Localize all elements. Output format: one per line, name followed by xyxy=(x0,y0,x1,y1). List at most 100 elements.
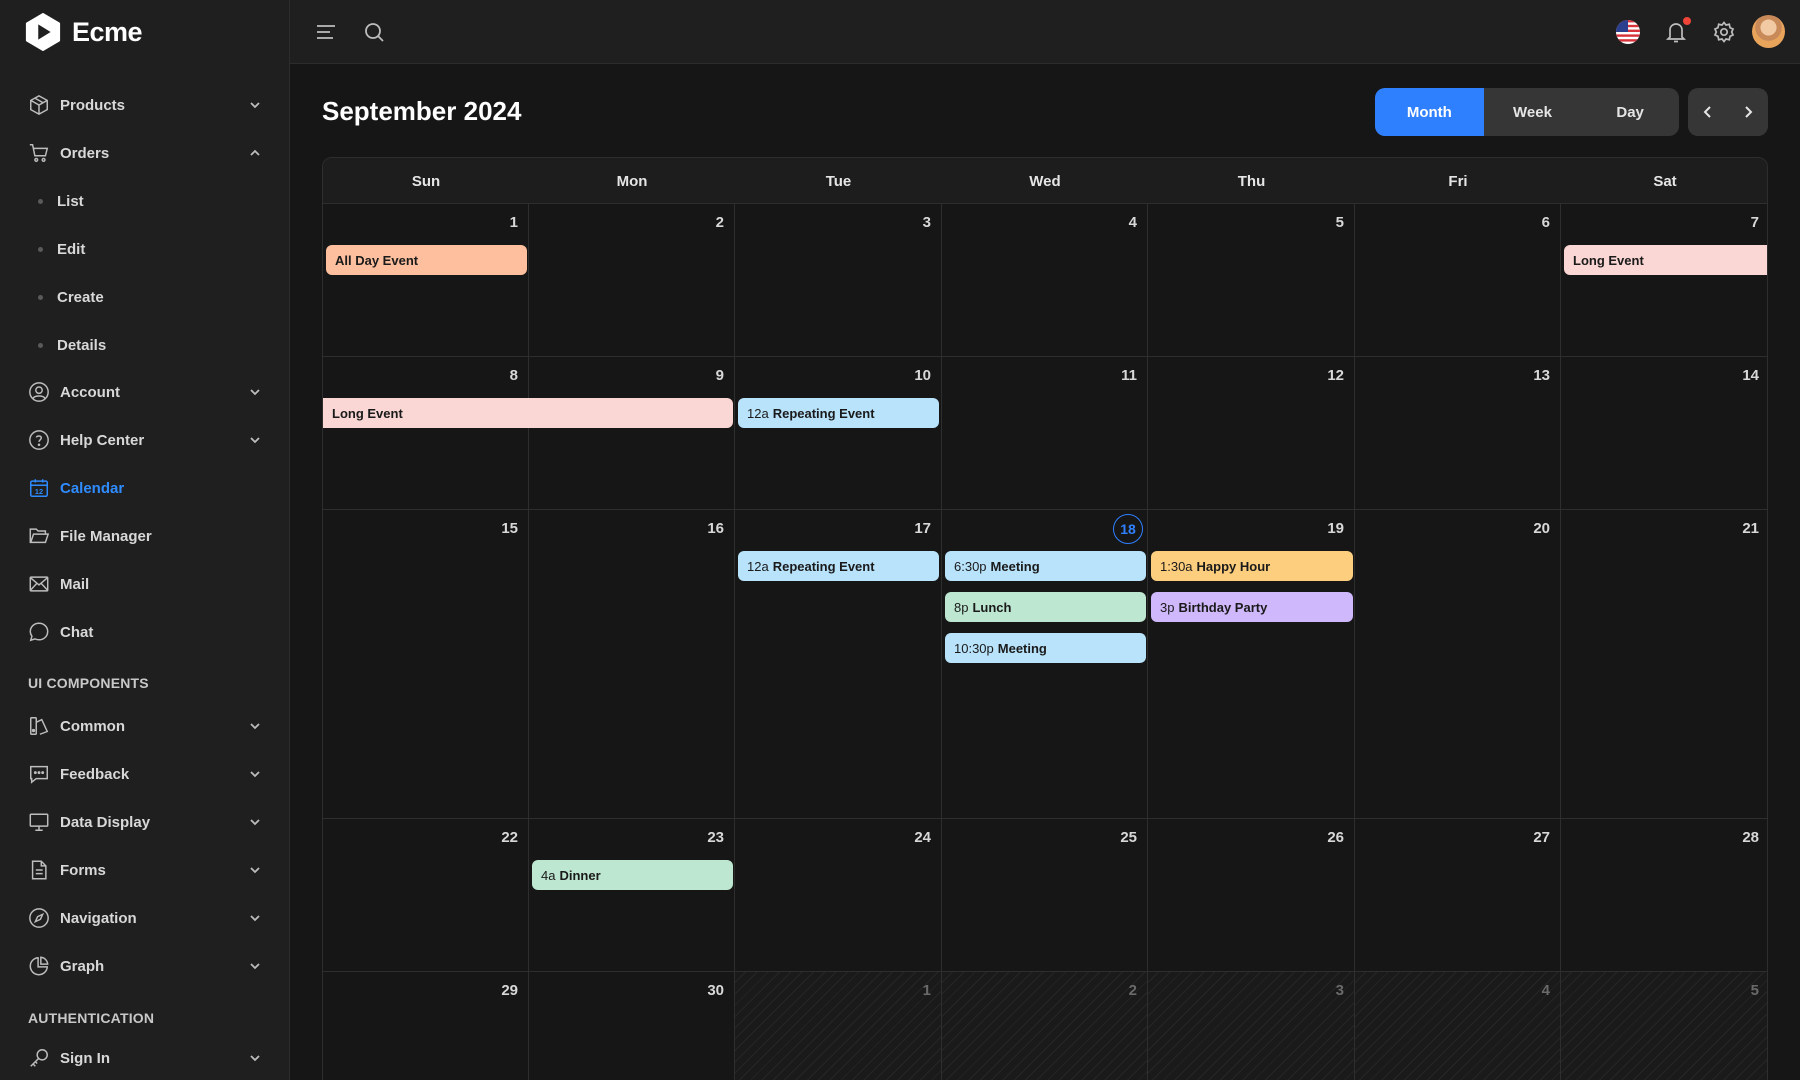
event-long-event[interactable]: Long Event xyxy=(1564,245,1767,275)
sidebar-item-orders[interactable]: Orders xyxy=(28,135,262,171)
day-cell-other-month[interactable]: 1 xyxy=(735,972,942,1080)
day-cell[interactable]: 15 xyxy=(323,510,529,819)
chevron-down-icon xyxy=(250,723,260,730)
day-cell[interactable]: 13 xyxy=(1355,357,1561,510)
day-cell[interactable]: 28 xyxy=(1561,819,1767,972)
day-cell[interactable]: 25 xyxy=(942,819,1148,972)
day-number: 4 xyxy=(1541,982,1550,999)
avatar[interactable] xyxy=(1752,15,1785,48)
day-number: 21 xyxy=(1742,520,1759,537)
day-number: 14 xyxy=(1742,367,1759,384)
day-cell[interactable]: 23 xyxy=(529,819,735,972)
day-cell-other-month[interactable]: 4 xyxy=(1355,972,1561,1080)
sidebar-item-forms[interactable]: Forms xyxy=(28,852,262,888)
day-cell-other-month[interactable]: 3 xyxy=(1148,972,1355,1080)
day-number: 1 xyxy=(509,214,518,231)
day-number: 29 xyxy=(501,982,518,999)
sidebar-item-chat[interactable]: Chat xyxy=(28,614,262,650)
day-cell[interactable]: 16 xyxy=(529,510,735,819)
weekday-header: Sun Mon Tue Wed Thu Fri Sat xyxy=(323,158,1767,204)
event-dinner[interactable]: 4a Dinner xyxy=(532,860,733,890)
event-meeting[interactable]: 6:30p Meeting xyxy=(945,551,1146,581)
day-cell[interactable]: 6 xyxy=(1355,204,1561,357)
day-cell[interactable]: 27 xyxy=(1355,819,1561,972)
day-cell[interactable]: 22 xyxy=(323,819,529,972)
day-number: 26 xyxy=(1327,829,1344,846)
day-cell[interactable]: 21 xyxy=(1561,510,1767,819)
sidebar-subitem-edit[interactable]: Edit xyxy=(38,234,85,264)
calendar-icon: 12 xyxy=(30,479,48,497)
compass-icon xyxy=(29,908,49,928)
day-cell-other-month[interactable]: 2 xyxy=(942,972,1148,1080)
sidebar-item-label: Orders xyxy=(60,144,110,162)
month-view-button[interactable]: Month xyxy=(1375,88,1484,136)
sidebar-item-navigation[interactable]: Navigation xyxy=(28,900,262,936)
day-cell[interactable]: 30 xyxy=(529,972,735,1080)
day-cell[interactable]: 3 xyxy=(735,204,942,357)
event-happy-hour[interactable]: 1:30a Happy Hour xyxy=(1151,551,1353,581)
notification-badge xyxy=(1683,17,1691,25)
day-cell[interactable]: 1 xyxy=(323,204,529,357)
day-cell[interactable]: 8 xyxy=(323,357,529,510)
message-square-icon xyxy=(30,765,48,784)
sidebar-item-data-display[interactable]: Data Display xyxy=(28,804,262,840)
previous-month-button[interactable] xyxy=(1688,88,1728,136)
day-cell[interactable]: 24 xyxy=(735,819,942,972)
event-time: 12a xyxy=(747,405,769,421)
sidebar-item-mail[interactable]: Mail xyxy=(28,566,262,602)
day-number: 1 xyxy=(922,982,931,999)
day-cell[interactable]: 20 xyxy=(1355,510,1561,819)
sidebar-subitem-create[interactable]: Create xyxy=(38,282,104,312)
event-all-day-event[interactable]: All Day Event xyxy=(326,245,527,275)
day-cell[interactable]: 11 xyxy=(942,357,1148,510)
event-title: Birthday Party xyxy=(1178,599,1268,615)
sidebar-item-graph[interactable]: Graph xyxy=(28,948,262,984)
sidebar-item-common[interactable]: Common xyxy=(28,708,262,744)
sidebar-item-help-center[interactable]: Help Center xyxy=(28,422,262,458)
day-cell[interactable]: 10 xyxy=(735,357,942,510)
event-long-event[interactable]: Long Event xyxy=(323,398,733,428)
day-cell[interactable]: 5 xyxy=(1148,204,1355,357)
sidebar-item-feedback[interactable]: Feedback xyxy=(28,756,262,792)
day-number: 25 xyxy=(1120,829,1137,846)
sidebar-item-file-manager[interactable]: File Manager xyxy=(28,518,262,554)
next-month-button[interactable] xyxy=(1728,88,1768,136)
us-flag-icon[interactable] xyxy=(1616,20,1640,44)
day-cell[interactable]: 29 xyxy=(323,972,529,1080)
day-view-button[interactable]: Day xyxy=(1581,88,1679,136)
event-lunch[interactable]: 8p Lunch xyxy=(945,592,1146,622)
day-cell[interactable]: 26 xyxy=(1148,819,1355,972)
day-cell-other-month[interactable]: 5 xyxy=(1561,972,1767,1080)
sidebar-item-calendar[interactable]: 12 Calendar xyxy=(28,470,262,506)
brand-logo[interactable]: Ecme xyxy=(24,12,143,52)
day-number: 23 xyxy=(707,829,724,846)
menu-icon[interactable] xyxy=(314,20,338,44)
day-cell[interactable]: 14 xyxy=(1561,357,1767,510)
event-time: 3p xyxy=(1160,599,1175,615)
sidebar-subitem-list[interactable]: List xyxy=(38,186,84,216)
week-view-button[interactable]: Week xyxy=(1484,88,1582,136)
search-icon[interactable] xyxy=(362,20,386,44)
day-cell[interactable]: 9 xyxy=(529,357,735,510)
event-birthday-party[interactable]: 3p Birthday Party xyxy=(1151,592,1353,622)
chevron-down-icon xyxy=(250,915,260,922)
event-repeating-event[interactable]: 12a Repeating Event xyxy=(738,398,939,428)
pie-chart-icon xyxy=(29,956,49,976)
day-number: 2 xyxy=(715,214,724,231)
day-cell[interactable]: 4 xyxy=(942,204,1148,357)
day-cell[interactable]: 2 xyxy=(529,204,735,357)
event-repeating-event[interactable]: 12a Repeating Event xyxy=(738,551,939,581)
sidebar-item-sign-in[interactable]: Sign In xyxy=(28,1040,262,1076)
sidebar-subitem-details[interactable]: Details xyxy=(38,330,106,360)
event-time: 6:30p xyxy=(954,558,987,574)
gear-icon[interactable] xyxy=(1712,20,1736,44)
bullet-dot xyxy=(38,198,43,204)
day-number: 7 xyxy=(1750,214,1759,231)
day-cell[interactable]: 12 xyxy=(1148,357,1355,510)
sidebar-item-account[interactable]: Account xyxy=(28,374,262,410)
sidebar-item-products[interactable]: Products xyxy=(28,87,262,123)
event-meeting[interactable]: 10:30p Meeting xyxy=(945,633,1146,663)
day-number: 6 xyxy=(1541,214,1550,231)
shapes-icon xyxy=(30,717,49,735)
day-cell[interactable]: 7 xyxy=(1561,204,1767,357)
